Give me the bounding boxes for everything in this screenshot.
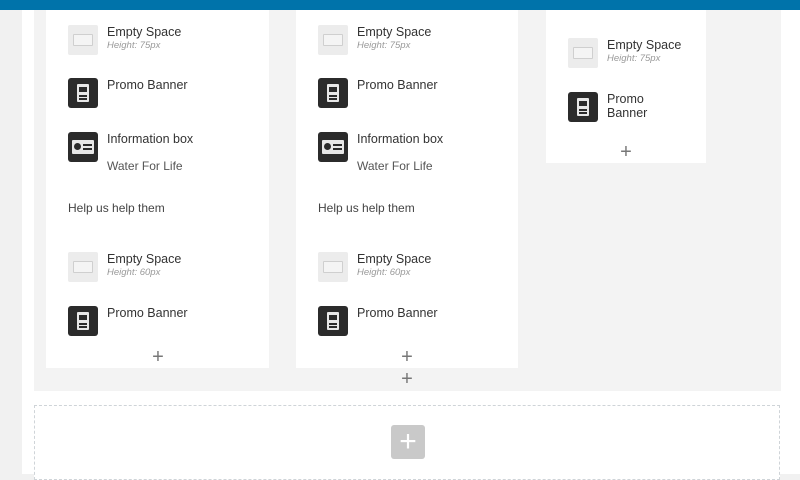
add-element-button[interactable]: + xyxy=(148,347,168,367)
element-title: Empty Space xyxy=(607,38,682,52)
element-information-box[interactable]: Information box Water For Life xyxy=(68,132,193,174)
element-subtitle: Height: 60px xyxy=(107,267,161,278)
element-title: Promo Banner xyxy=(607,92,648,120)
element-title: Promo Banner xyxy=(107,306,188,320)
column-1: Empty Space Height: 75px Promo Banner In… xyxy=(46,10,269,368)
element-information-box[interactable]: Information box Water For Life xyxy=(318,132,443,174)
element-title: Promo Banner xyxy=(357,78,438,92)
promo-banner-icon xyxy=(68,306,98,336)
element-title: Empty Space xyxy=(107,252,182,266)
element-subtitle: Height: 75px xyxy=(607,53,661,64)
element-empty-space[interactable]: Empty Space Height: 75px xyxy=(318,25,431,55)
top-admin-bar xyxy=(0,0,800,10)
element-subtitle: Height: 60px xyxy=(357,267,411,278)
empty-space-icon xyxy=(568,38,598,68)
element-subtitle: Height: 75px xyxy=(107,40,161,51)
element-promo-banner[interactable]: Promo Banner xyxy=(318,78,438,108)
empty-space-icon xyxy=(318,25,348,55)
empty-space-icon xyxy=(68,25,98,55)
empty-space-icon xyxy=(318,252,348,282)
element-text: Help us help them xyxy=(68,201,165,215)
element-title: Empty Space xyxy=(107,25,182,39)
element-promo-banner[interactable]: Promo Banner xyxy=(568,92,647,122)
element-subtitle: Water For Life xyxy=(357,159,433,173)
information-box-icon xyxy=(318,132,348,162)
promo-banner-icon xyxy=(318,306,348,336)
empty-space-icon xyxy=(68,252,98,282)
add-element-button[interactable]: + xyxy=(397,347,417,367)
element-title: Promo Banner xyxy=(107,78,188,92)
add-column-button[interactable]: + xyxy=(397,369,417,389)
promo-banner-icon xyxy=(68,78,98,108)
element-subtitle: Water For Life xyxy=(107,159,183,173)
information-box-icon xyxy=(68,132,98,162)
element-promo-banner[interactable]: Promo Banner xyxy=(318,306,438,336)
column-3: Empty Space Height: 75px Promo Banner + xyxy=(546,10,706,163)
element-empty-space[interactable]: Empty Space Height: 75px xyxy=(68,25,181,55)
element-empty-space[interactable]: Empty Space Height: 60px xyxy=(318,252,431,282)
element-title: Information box xyxy=(107,132,194,146)
element-text: Help us help them xyxy=(318,201,415,215)
element-title: Empty Space xyxy=(357,252,432,266)
element-title: Information box xyxy=(357,132,444,146)
column-2: Empty Space Height: 75px Promo Banner In… xyxy=(296,10,518,368)
promo-banner-icon xyxy=(318,78,348,108)
element-empty-space[interactable]: Empty Space Height: 75px xyxy=(568,38,681,68)
builder-row: Empty Space Height: 75px Promo Banner In… xyxy=(34,10,781,391)
element-promo-banner[interactable]: Promo Banner xyxy=(68,78,188,108)
promo-banner-icon xyxy=(568,92,598,122)
element-title: Promo Banner xyxy=(357,306,438,320)
add-element-button[interactable]: + xyxy=(616,142,636,162)
add-section-button[interactable]: + xyxy=(391,425,425,459)
element-subtitle: Height: 75px xyxy=(357,40,411,51)
element-promo-banner[interactable]: Promo Banner xyxy=(68,306,188,336)
element-title: Empty Space xyxy=(357,25,432,39)
element-empty-space[interactable]: Empty Space Height: 60px xyxy=(68,252,181,282)
